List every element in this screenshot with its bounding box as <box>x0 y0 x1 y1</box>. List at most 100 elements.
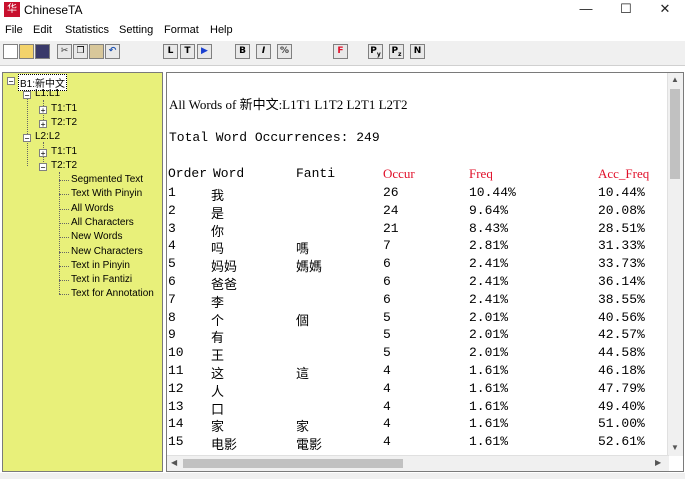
tree-leaf-new-characters[interactable]: New Characters <box>71 246 143 257</box>
tree-connector <box>59 223 69 224</box>
menu-format[interactable]: Format <box>164 24 199 36</box>
word-row: 8 个 個 5 2.01% 40.56% <box>167 309 667 329</box>
row-word: 个 <box>211 313 225 329</box>
row-acc-freq: 40.56% <box>598 309 645 325</box>
tree-connector <box>59 194 69 195</box>
tree-node-l2-t2[interactable]: T2:T2 <box>51 160 77 171</box>
undo-icon[interactable]: ↶ <box>105 44 120 59</box>
font-button[interactable]: F <box>333 44 348 59</box>
tree-leaf-all-words[interactable]: All Words <box>71 203 114 214</box>
tree-leaf-text-with-pinyin[interactable]: Text With Pinyin <box>71 188 142 199</box>
row-occur: 5 <box>383 309 391 325</box>
word-row: 14 家 家 4 1.61% 51.00% <box>167 416 667 435</box>
tree-node-l1[interactable]: L1:L1 <box>35 88 60 99</box>
row-occur: 5 <box>383 327 391 343</box>
row-order: 12 <box>168 380 184 396</box>
tree-connector <box>59 237 69 238</box>
tree-leaf-all-characters[interactable]: All Characters <box>71 217 134 228</box>
tree-leaf-text-in-pinyin[interactable]: Text in Pinyin <box>71 260 130 271</box>
tag-icon[interactable]: % <box>277 44 292 59</box>
scroll-up-icon[interactable]: ▲ <box>671 75 679 84</box>
tree-leaf-text-in-fantizi[interactable]: Text in Fantizi <box>71 274 132 285</box>
paste-clipboard-icon[interactable] <box>89 44 104 59</box>
row-freq: 2.41% <box>469 256 509 272</box>
row-acc-freq: 31.33% <box>598 238 645 254</box>
tree-node-l2[interactable]: L2:L2 <box>35 131 60 142</box>
row-order: 4 <box>168 238 176 254</box>
tree-node-l1-t2[interactable]: T2:T2 <box>51 117 77 128</box>
close-button[interactable]: ✕ <box>645 0 685 20</box>
collapse-root-icon[interactable]: − <box>7 77 15 86</box>
col-header-acc-freq: Acc_Freq <box>598 166 650 181</box>
row-word: 王 <box>211 349 225 365</box>
status-bar <box>0 473 685 479</box>
tree-leaf-segmented-text[interactable]: Segmented Text <box>71 174 143 185</box>
row-occur: 4 <box>383 434 391 450</box>
horizontal-scrollbar[interactable]: ◀ ▶ <box>167 455 669 471</box>
tree-node-l2-t1[interactable]: T1:T1 <box>51 146 77 157</box>
expand-l1-t1-icon[interactable]: + <box>39 106 47 115</box>
row-freq: 1.61% <box>469 363 509 378</box>
l-button[interactable]: L <box>163 44 178 59</box>
collapse-l1-icon[interactable]: − <box>23 91 31 100</box>
horizontal-scroll-thumb[interactable] <box>183 459 403 468</box>
copy-icon[interactable]: ❐ <box>73 44 88 59</box>
word-row: 2 是 24 9.64% 20.08% <box>167 202 667 222</box>
tree-connector <box>59 180 69 181</box>
row-order: 1 <box>168 185 176 200</box>
cut-scissors-icon[interactable]: ✂ <box>57 44 72 59</box>
pinyin-z-button[interactable]: Pz <box>389 44 404 59</box>
row-order: 11 <box>168 363 184 378</box>
word-list-pane: All Words of 新中文:L1T1 L1T2 L2T1 L2T2 Tot… <box>166 72 684 472</box>
word-row: 15 电影 電影 4 1.61% 52.61% <box>167 434 667 454</box>
toolbar: ✂ ❐ ↶ L T ▶ B I % F Py Pz N <box>0 41 685 66</box>
menu-edit[interactable]: Edit <box>33 24 52 36</box>
maximize-button[interactable]: ☐ <box>606 0 646 20</box>
row-freq: 2.01% <box>469 345 509 361</box>
row-order: 3 <box>168 220 176 236</box>
row-occur: 4 <box>383 380 391 396</box>
row-occur: 24 <box>383 202 399 218</box>
bold-button[interactable]: B <box>235 44 250 59</box>
row-freq: 1.61% <box>469 434 509 450</box>
row-occur: 5 <box>383 345 391 361</box>
tree-leaf-new-words[interactable]: New Words <box>71 231 123 242</box>
tree-node-l1-t1[interactable]: T1:T1 <box>51 103 77 114</box>
vertical-scroll-thumb[interactable] <box>670 89 680 179</box>
row-occur: 4 <box>383 398 391 414</box>
new-file-icon[interactable] <box>3 44 18 59</box>
app-icon: 华 <box>4 2 20 17</box>
save-disk-icon[interactable] <box>35 44 50 59</box>
scroll-left-icon[interactable]: ◀ <box>171 458 177 467</box>
expand-l1-t2-icon[interactable]: + <box>39 120 47 129</box>
scroll-down-icon[interactable]: ▼ <box>671 443 679 452</box>
menu-help[interactable]: Help <box>210 24 233 36</box>
t-button[interactable]: T <box>180 44 195 59</box>
n-button[interactable]: N <box>410 44 425 59</box>
expand-l2-t1-icon[interactable]: + <box>39 149 47 158</box>
tree-leaf-text-for-annotation[interactable]: Text for Annotation <box>71 288 154 299</box>
word-row: 4 吗 嗎 7 2.81% 31.33% <box>167 238 667 257</box>
pinyin-y-button[interactable]: Py <box>368 44 383 59</box>
content-heading: All Words of 新中文:L1T1 L1T2 L2T1 L2T2 <box>169 97 408 112</box>
menu-statistics[interactable]: Statistics <box>65 24 109 36</box>
row-word: 电影 <box>211 438 238 454</box>
minimize-button[interactable]: — <box>566 0 606 20</box>
vertical-scrollbar[interactable]: ▲ ▼ <box>667 73 683 456</box>
play-icon[interactable]: ▶ <box>197 44 212 59</box>
row-word: 人 <box>211 384 225 400</box>
collapse-l2-t2-icon[interactable]: − <box>39 163 47 172</box>
row-acc-freq: 20.08% <box>598 202 645 218</box>
collapse-l2-icon[interactable]: − <box>23 134 31 143</box>
italic-button[interactable]: I <box>256 44 271 59</box>
tree-connector <box>59 280 69 281</box>
menu-file[interactable]: File <box>5 24 23 36</box>
window-title: ChineseTA <box>24 3 83 17</box>
word-row: 3 你 21 8.43% 28.51% <box>167 220 667 240</box>
word-row: 9 有 5 2.01% 42.57% <box>167 327 667 346</box>
row-order: 6 <box>168 274 176 289</box>
scroll-right-icon[interactable]: ▶ <box>655 458 661 467</box>
menu-setting[interactable]: Setting <box>119 24 153 36</box>
open-folder-icon[interactable] <box>19 44 34 59</box>
row-word: 李 <box>211 295 225 311</box>
